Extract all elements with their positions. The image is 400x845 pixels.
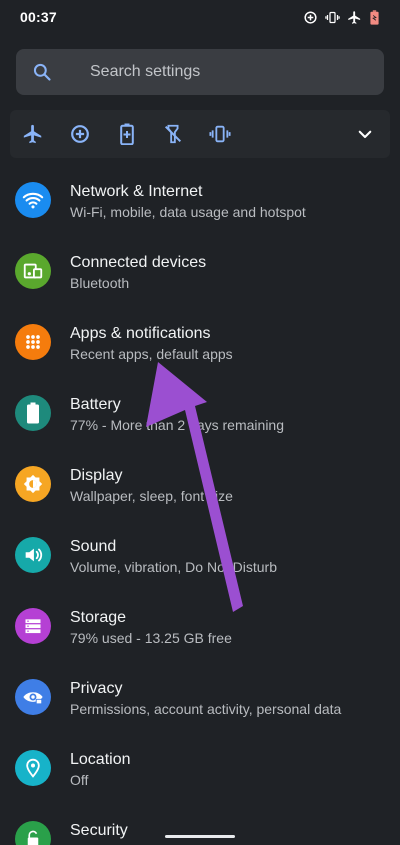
expand-chevron-icon[interactable] [353, 122, 377, 146]
settings-item-title: Sound [70, 538, 117, 555]
eye-icon [15, 679, 51, 715]
settings-item-title: Apps & notifications [70, 325, 211, 342]
flashlight-off-icon[interactable] [161, 122, 185, 146]
settings-item-title: Privacy [70, 680, 123, 697]
apps-icon [15, 324, 51, 360]
lock-icon [15, 821, 51, 845]
settings-item-subtitle: 77% - More than 2 days remaining [70, 417, 284, 433]
wifi-icon [15, 182, 51, 218]
settings-item-display[interactable]: Display Wallpaper, sleep, font size [0, 452, 400, 523]
settings-item-subtitle: Bluetooth [70, 275, 130, 291]
search-placeholder: Search settings [90, 63, 201, 80]
settings-item-subtitle: Off [70, 772, 89, 788]
settings-item-connected-devices[interactable]: Connected devices Bluetooth [0, 239, 400, 310]
status-icons [303, 9, 380, 25]
settings-item-title: Connected devices [70, 254, 207, 271]
settings-item-subtitle: 79% used - 13.25 GB free [70, 630, 232, 646]
volume-icon [15, 537, 51, 573]
search-bar[interactable]: Search settings [16, 49, 384, 95]
brightness-icon [15, 466, 51, 502]
status-time: 00:37 [20, 9, 57, 25]
settings-item-battery[interactable]: Battery 77% - More than 2 days remaining [0, 381, 400, 452]
status-bar: 00:37 [0, 0, 400, 34]
settings-item-sound[interactable]: Sound Volume, vibration, Do Not Disturb [0, 523, 400, 594]
search-icon [32, 62, 60, 82]
settings-item-title: Network & Internet [70, 183, 203, 200]
home-indicator[interactable] [165, 835, 235, 838]
settings-item-privacy[interactable]: Privacy Permissions, account activity, p… [0, 665, 400, 736]
data-saver-icon[interactable] [68, 122, 92, 146]
settings-item-title: Battery [70, 396, 121, 413]
quick-settings-row [10, 110, 390, 158]
battery-saver-icon[interactable] [115, 122, 139, 146]
settings-item-title: Storage [70, 609, 127, 626]
devices-icon [15, 253, 51, 289]
settings-item-apps[interactable]: Apps & notifications Recent apps, defaul… [0, 310, 400, 381]
settings-item-subtitle: Volume, vibration, Do Not Disturb [70, 559, 277, 575]
storage-icon [15, 608, 51, 644]
battery-icon [15, 395, 51, 431]
settings-item-subtitle: Wallpaper, sleep, font size [70, 488, 233, 504]
settings-item-network[interactable]: Network & Internet Wi-Fi, mobile, data u… [0, 168, 400, 239]
vibrate-icon[interactable] [208, 122, 232, 146]
settings-item-subtitle: Permissions, account activity, personal … [70, 701, 342, 717]
airplane-status-icon [347, 10, 362, 25]
data-saver-status-icon [303, 10, 318, 25]
vibrate-status-icon [325, 10, 340, 25]
settings-item-subtitle: Wi-Fi, mobile, data usage and hotspot [70, 204, 306, 220]
battery-status-icon [369, 9, 380, 25]
settings-item-security[interactable]: Security [0, 807, 400, 845]
location-icon [15, 750, 51, 786]
settings-item-location[interactable]: Location Off [0, 736, 400, 807]
settings-item-storage[interactable]: Storage 79% used - 13.25 GB free [0, 594, 400, 665]
settings-item-subtitle: Recent apps, default apps [70, 346, 233, 362]
settings-item-title: Security [70, 822, 128, 839]
airplane-mode-icon[interactable] [21, 122, 45, 146]
settings-item-title: Location [70, 751, 131, 768]
settings-item-title: Display [70, 467, 123, 484]
